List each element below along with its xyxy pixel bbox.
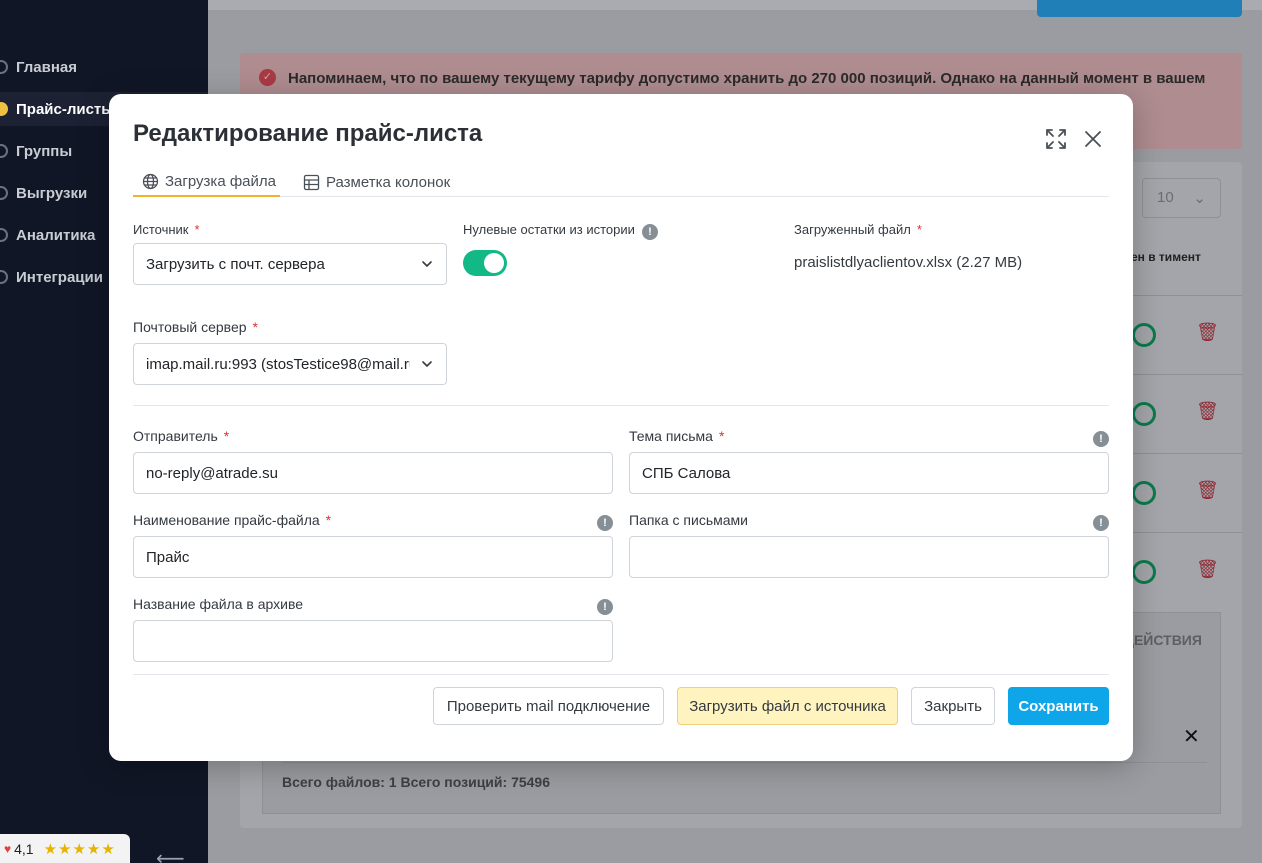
- source-select[interactable]: Загрузить с почт. сервера: [133, 243, 447, 285]
- files-panel-divider: [282, 762, 1207, 763]
- info-icon[interactable]: !: [642, 224, 658, 240]
- mail-folder-input[interactable]: [629, 536, 1109, 578]
- info-icon[interactable]: !: [1093, 431, 1109, 447]
- source-label: Источник *: [133, 222, 200, 237]
- chevron-down-icon: [422, 361, 432, 368]
- uploaded-file-name: praislistdlyaclientov.xlsx (2.27 MB): [794, 254, 1023, 271]
- required-mark: *: [916, 222, 922, 237]
- sender-label: Отправитель *: [133, 428, 230, 444]
- chevron-down-icon: ⌄: [1193, 190, 1206, 207]
- close-icon[interactable]: [1082, 128, 1104, 150]
- add-price-list-button[interactable]: [1037, 0, 1242, 17]
- info-icon[interactable]: !: [1093, 515, 1109, 531]
- rating-badge[interactable]: ♥ 4,1 ★★★★★: [0, 834, 130, 863]
- trash-icon[interactable]: 🗑: [1196, 480, 1219, 501]
- check-mail-connection-button[interactable]: Проверить mail подключение: [433, 687, 664, 725]
- section-divider: [133, 405, 1109, 406]
- integrations-icon: [0, 270, 8, 284]
- expand-icon[interactable]: [1045, 128, 1067, 150]
- subject-input[interactable]: СПБ Салова: [629, 452, 1109, 494]
- info-icon[interactable]: !: [597, 515, 613, 531]
- rating-stars: ★★★★★: [43, 840, 116, 858]
- toggle-knob: [484, 253, 504, 273]
- zero-stock-toggle[interactable]: [463, 250, 507, 276]
- actions-column-header: ДЕЙСТВИЯ: [1124, 632, 1202, 648]
- table-row-divider: [1124, 295, 1242, 296]
- table-icon: [303, 174, 320, 191]
- globe-icon: [142, 173, 159, 190]
- archive-file-name-input[interactable]: [133, 620, 613, 662]
- collapse-sidebar-arrow-icon[interactable]: ⟵: [156, 846, 185, 863]
- modal-title: Редактирование прайс-листа: [133, 120, 483, 147]
- trash-icon[interactable]: 🗑: [1196, 401, 1219, 422]
- mail-server-label: Почтовый сервер *: [133, 319, 258, 335]
- mail-folder-label: Папка с письмами: [629, 512, 748, 528]
- row-toggle[interactable]: [1132, 402, 1156, 426]
- required-mark: *: [194, 222, 200, 237]
- price-file-name-input[interactable]: Прайс: [133, 536, 613, 578]
- close-button[interactable]: Закрыть: [911, 687, 995, 725]
- tab-column-mapping[interactable]: Разметка колонок: [303, 168, 463, 197]
- home-icon: [0, 60, 8, 74]
- row-toggle[interactable]: [1132, 323, 1156, 347]
- modal-tabs: Загрузка файла Разметка колонок: [133, 168, 1109, 197]
- required-mark: *: [325, 512, 332, 528]
- sender-input[interactable]: no-reply@atrade.su: [133, 452, 613, 494]
- analytics-icon: [0, 228, 8, 242]
- subject-label: Тема письма *: [629, 428, 725, 444]
- edit-price-list-modal: Редактирование прайс-листа Загрузка файл…: [109, 94, 1133, 761]
- heart-icon: ♥: [4, 841, 12, 856]
- alert-check-icon: ✓: [259, 69, 276, 86]
- row-toggle[interactable]: [1132, 481, 1156, 505]
- required-mark: *: [223, 428, 230, 444]
- required-mark: *: [718, 428, 725, 444]
- page-size-select[interactable]: 10 ⌄: [1142, 178, 1221, 218]
- close-icon[interactable]: ✕: [1183, 724, 1200, 749]
- footer-divider: [133, 674, 1109, 675]
- trash-icon[interactable]: 🗑: [1196, 559, 1219, 580]
- trash-icon[interactable]: 🗑: [1196, 322, 1219, 343]
- uploaded-file-label: Загруженный файл *: [794, 222, 922, 237]
- table-column-header: чен в тимент: [1124, 250, 1201, 264]
- tab-file-upload[interactable]: Загрузка файла: [133, 168, 280, 197]
- save-button[interactable]: Сохранить: [1008, 687, 1109, 725]
- sidebar-item-home[interactable]: Главная: [0, 50, 208, 84]
- price-list-icon: [0, 102, 8, 116]
- groups-icon: [0, 144, 8, 158]
- table-row-divider: [1124, 532, 1242, 533]
- rating-value: 4,1: [14, 840, 34, 857]
- chevron-down-icon: [422, 261, 432, 268]
- exports-icon: [0, 186, 8, 200]
- table-row-divider: [1124, 374, 1242, 375]
- row-toggle[interactable]: [1132, 560, 1156, 584]
- price-file-name-label: Наименование прайс-файла *: [133, 512, 332, 528]
- mail-server-select[interactable]: imap.mail.ru:993 (stosTestice98@mail.ru): [133, 343, 447, 385]
- required-mark: *: [252, 319, 258, 335]
- load-file-from-source-button[interactable]: Загрузить файл с источника: [677, 687, 898, 725]
- zero-stock-label: Нулевые остатки из истории: [463, 222, 635, 237]
- archive-file-name-label: Название файла в архиве: [133, 596, 304, 612]
- files-totals: Всего файлов: 1 Всего позиций: 75496: [282, 774, 550, 790]
- table-row-divider: [1124, 453, 1242, 454]
- info-icon[interactable]: !: [597, 599, 613, 615]
